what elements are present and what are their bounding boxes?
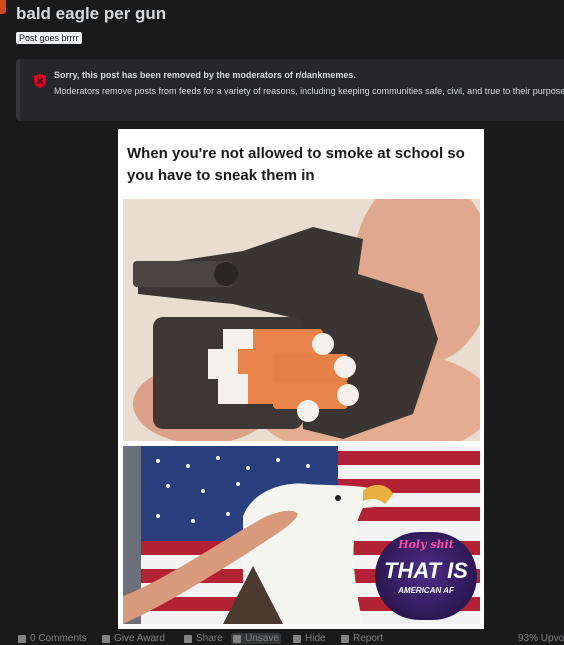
hide-button[interactable]: Hide xyxy=(293,633,326,644)
removal-message: Moderators remove posts from feeds for a… xyxy=(54,86,564,96)
bookmark-icon xyxy=(233,634,241,643)
upvote-ratio-label: 93% Upvoted xyxy=(518,633,564,644)
post-title[interactable]: bald eagle per gun xyxy=(16,4,166,24)
subreddit-icon[interactable] xyxy=(0,0,6,14)
report-label: Report xyxy=(353,633,384,644)
meme-caption: When you're not allowed to smoke at scho… xyxy=(127,145,465,184)
comments-button[interactable]: 0 Comments xyxy=(18,633,87,644)
give-award-button[interactable]: Give Award xyxy=(102,633,165,644)
gift-icon xyxy=(102,634,110,643)
revolver-cigarettes-image xyxy=(123,199,480,441)
comments-label: 0 Comments xyxy=(30,633,87,644)
share-button[interactable]: Share xyxy=(184,633,223,644)
removal-title: Sorry, this post has been removed by the… xyxy=(54,70,356,80)
post-flair[interactable]: Post goes brrrr xyxy=(16,32,82,44)
share-label: Share xyxy=(196,633,223,644)
shield-x-icon xyxy=(34,74,46,88)
badge-line3: AMERICAN AF xyxy=(398,586,454,595)
report-button[interactable]: Report xyxy=(341,633,383,644)
award-label: Give Award xyxy=(114,633,165,644)
comment-icon xyxy=(18,634,26,643)
removal-notice: Sorry, this post has been removed by the… xyxy=(16,59,564,121)
hide-label: Hide xyxy=(305,633,326,644)
upvote-ratio: 93% Upvoted xyxy=(518,633,564,644)
eagle-salute-image: Holy shit THAT IS AMERICAN AF xyxy=(123,446,480,624)
post-action-bar: 0 Comments Give Award Share Unsave Hide … xyxy=(16,633,564,645)
unsave-button[interactable]: Unsave xyxy=(231,633,281,644)
share-icon xyxy=(184,634,192,643)
meme-badge: Holy shit THAT IS AMERICAN AF xyxy=(375,532,477,620)
unsave-label: Unsave xyxy=(245,633,279,644)
flag-icon xyxy=(341,634,349,643)
badge-line1: Holy shit xyxy=(398,538,454,551)
badge-line2: THAT IS xyxy=(384,558,468,583)
hide-icon xyxy=(293,634,301,643)
